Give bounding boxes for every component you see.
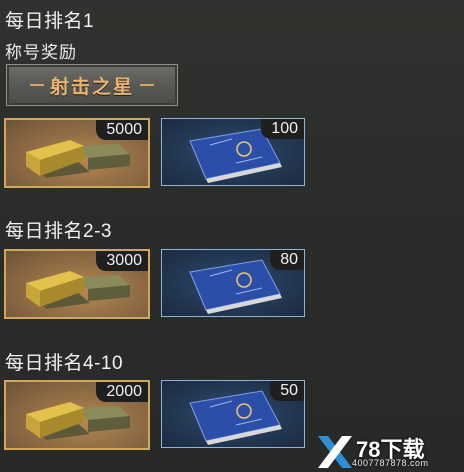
watermark-x-logo-icon — [318, 436, 352, 468]
reward-item-certificate[interactable]: 80 — [161, 249, 305, 317]
reward-item-certificate[interactable]: 100 — [161, 118, 305, 186]
title-badge: 射击之星 — [6, 64, 178, 106]
reward-item-certificate[interactable]: 50 — [161, 380, 305, 448]
section-title-rank-1: 每日排名1 — [5, 11, 95, 32]
section-title-rank-4-10: 每日排名4-10 — [5, 353, 124, 374]
reward-item-gold[interactable]: 5000 — [4, 118, 150, 188]
badge-right-dash — [140, 84, 154, 86]
badge-text: 射击之星 — [49, 76, 134, 98]
reward-item-gold[interactable]: 2000 — [4, 380, 150, 450]
badge-left-dash — [29, 84, 44, 86]
reward-quantity: 5000 — [96, 120, 148, 140]
section-title-rank-2-3: 每日排名2-3 — [5, 221, 112, 242]
watermark-site: 4007787878.com — [352, 458, 429, 468]
reward-quantity: 2000 — [96, 382, 148, 402]
reward-quantity: 50 — [270, 381, 304, 401]
reward-quantity: 3000 — [96, 251, 148, 271]
reward-quantity: 100 — [261, 119, 304, 139]
title-reward-label: 称号奖励 — [5, 43, 77, 62]
reward-item-gold[interactable]: 3000 — [4, 249, 150, 319]
reward-quantity: 80 — [270, 250, 304, 270]
